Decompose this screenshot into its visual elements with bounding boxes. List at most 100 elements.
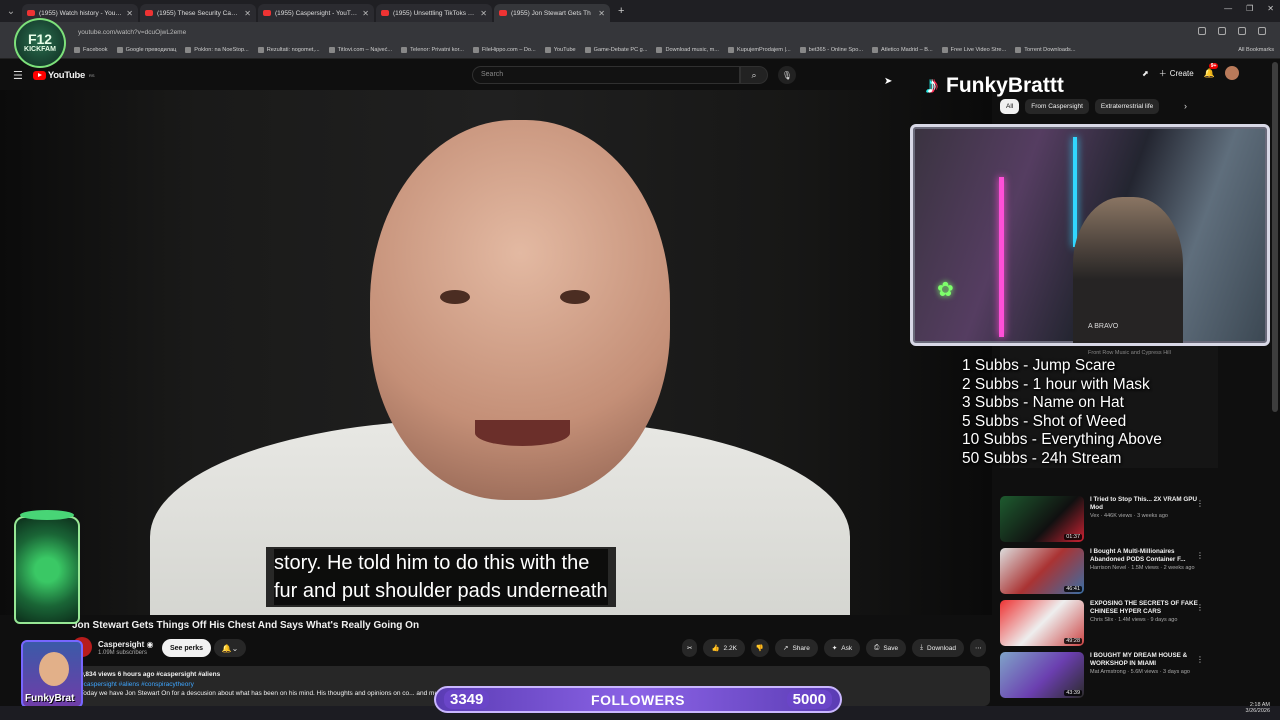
bookmark-item[interactable]: KupujemProdajem |... [727, 47, 791, 53]
clip-button[interactable]: ✂ [682, 639, 698, 657]
recommendation-item[interactable]: 43:39 I BOUGHT MY DREAM HOUSE & WORKSHOP… [1000, 652, 1220, 698]
minimize-icon[interactable]: — [1224, 4, 1232, 13]
followers-goal-bar: 3349 FOLLOWERS 5000 [434, 686, 842, 713]
download-button[interactable]: ⤓ Download [912, 639, 964, 657]
bookmark-item[interactable]: FileHippo.com – Do... [472, 47, 536, 53]
search-input[interactable]: Search [472, 66, 740, 84]
window-controls: — ❐ ✕ [1224, 4, 1274, 13]
masthead-actions: ⬈ ＋ Create 🔔 9+ [1142, 62, 1239, 80]
url-field[interactable]: youtube.com/watch?v=dcuOjwL2eme [78, 29, 186, 36]
bookmark-item[interactable]: Titlovi.com – Najveć... [328, 47, 392, 53]
bookmark-item[interactable]: Atletico Madrid – B... [872, 47, 933, 53]
cast-icon[interactable] [1198, 27, 1206, 35]
close-tab-icon[interactable]: ✕ [480, 9, 487, 18]
rec-thumbnail[interactable]: 49:28 [1000, 600, 1084, 646]
like-button[interactable]: 👍 2.2K [703, 639, 745, 657]
chip-extraterrestrial[interactable]: Extraterrestrial life [1094, 99, 1160, 114]
neon-leaf-sign: ✿ [937, 279, 954, 301]
close-window-icon[interactable]: ✕ [1267, 4, 1274, 13]
youtube-favicon-icon [499, 10, 507, 16]
bookmark-item[interactable]: Telenor: Privatni kor... [401, 47, 464, 53]
voice-search-button[interactable]: 🎙 [778, 66, 796, 84]
close-tab-icon[interactable]: ✕ [244, 9, 251, 18]
rec-thumbnail[interactable]: 43:39 [1000, 652, 1084, 698]
f12-kickfam-logo: F12 KICKFAM [14, 18, 66, 68]
new-tab-button[interactable]: + [618, 5, 624, 17]
close-tab-icon[interactable]: ✕ [598, 9, 605, 18]
thumbs-down-icon: 👎 [755, 645, 765, 652]
share-button[interactable]: ↗ Share [775, 639, 818, 657]
youtube-logo[interactable]: YouTube RS [32, 70, 95, 81]
bookmark-item[interactable]: Poklon: na NoeStop... [185, 47, 249, 53]
notifications-button[interactable]: 🔔 9+ [1203, 62, 1219, 79]
followers-goal: 5000 [786, 690, 832, 709]
search-button[interactable]: ⌕ [740, 66, 768, 84]
video-player[interactable] [0, 90, 992, 615]
save-button[interactable]: ⎙ Save [866, 639, 907, 657]
chevron-right-icon[interactable]: › [1184, 101, 1187, 111]
bookmark-item[interactable]: YouTube [544, 47, 576, 53]
create-button[interactable]: ＋ Create [1159, 68, 1194, 79]
recommendation-item[interactable]: 46:41 I Bought A Multi-Millionaires Aban… [1000, 548, 1220, 594]
download-icon: ⤓ [920, 644, 924, 651]
bell-icon: 🔔 [1203, 67, 1215, 78]
extensions-icon[interactable] [1238, 27, 1246, 35]
browser-tab-active[interactable]: (1955) Jon Stewart Gets Th ✕ [494, 4, 610, 22]
bookmark-item[interactable]: Free Live Video Stre... [941, 47, 1006, 53]
cast-icon[interactable]: ⬈ [1142, 69, 1149, 78]
ask-button[interactable]: ✦ Ask [823, 639, 861, 657]
bookmarks-bar: Facebook Google преводилац Poklon: na No… [0, 42, 1280, 59]
video-subject-mouth [475, 420, 570, 446]
chip-all[interactable]: All [1000, 99, 1020, 114]
see-perks-button[interactable]: See perks [162, 639, 212, 657]
more-actions-button[interactable]: ⋯ [969, 639, 987, 657]
more-icon[interactable]: ⋮ [1196, 551, 1204, 560]
youtube-favicon-icon [381, 10, 389, 16]
recommendation-item[interactable]: 49:28 EXPOSING THE SECRETS OF FAKE CHINE… [1000, 600, 1220, 646]
browser-tab-4[interactable]: (1955) Unsettling TikToks No O ✕ [376, 4, 492, 22]
menu-icon[interactable]: ☰ [13, 69, 23, 82]
rec-thumbnail[interactable]: 46:41 [1000, 548, 1084, 594]
more-icon[interactable]: ⋮ [1196, 655, 1204, 664]
account-avatar[interactable] [1224, 66, 1239, 80]
tab-search-icon[interactable]: ⌄ [0, 0, 22, 22]
address-bar: youtube.com/watch?v=dcuOjwL2eme [0, 22, 1280, 42]
dislike-button[interactable]: 👎 [750, 639, 770, 657]
bookmark-item[interactable]: Rezultati: nogomet,... [257, 47, 320, 53]
bookmark-item[interactable]: Game-Debate PC g... [584, 47, 647, 53]
bookmark-star-icon[interactable] [1218, 27, 1226, 35]
tiktok-handle-overlay: ♪ FunkyBrattt [926, 72, 1064, 99]
recommendation-item[interactable]: 01:37 I Tried to Stop This... 2X VRAM GP… [1000, 496, 1220, 542]
channel-name[interactable]: Caspersight ◉ [98, 640, 153, 649]
rec-thumbnail[interactable]: 01:37 [1000, 496, 1084, 542]
page-scrollbar[interactable] [1272, 62, 1278, 412]
chip-from-channel[interactable]: From Caspersight [1025, 99, 1089, 114]
all-bookmarks-button[interactable]: All Bookmarks [1238, 47, 1274, 53]
subscription-goals-overlay: 1 Subbs - Jump Scare 2 Subbs - 1 hour wi… [962, 357, 1162, 467]
browser-tab-3[interactable]: (1955) Caspersight - YouTube ✕ [258, 4, 374, 22]
bookmark-item[interactable]: bet365 - Online Spo... [799, 47, 863, 53]
followers-current: 3349 [444, 690, 490, 709]
browser-tab-2[interactable]: (1955) These Security Camera C✕ [140, 4, 256, 22]
mouse-cursor-icon: ➤ [884, 76, 893, 87]
maximize-icon[interactable]: ❐ [1246, 4, 1253, 13]
close-tab-icon[interactable]: ✕ [126, 9, 133, 18]
search-icon: ⌕ [751, 69, 757, 80]
more-icon[interactable]: ⋮ [1196, 499, 1204, 508]
bookmark-item[interactable]: Torrent Downloads... [1015, 47, 1076, 53]
video-subject-eye [440, 290, 470, 304]
video-subject-eye [560, 290, 590, 304]
more-icon[interactable]: ⋮ [1196, 603, 1204, 612]
description-meta: 9,834 views 6 hours ago #caspersight #al… [80, 671, 221, 678]
youtube-favicon-icon [27, 10, 35, 16]
bookmark-item[interactable]: Download music, m... [656, 47, 719, 53]
close-tab-icon[interactable]: ✕ [362, 9, 369, 18]
system-clock[interactable]: 2:18 AM 3/26/2026 [1246, 702, 1270, 714]
youtube-favicon-icon [145, 10, 153, 16]
subscription-bell-button[interactable]: 🔔⌄ [214, 639, 246, 657]
profile-icon[interactable] [1258, 27, 1266, 35]
streamer-avatar-overlay: FunkyBrat [21, 640, 83, 708]
bookmark-item[interactable]: Google преводилац [116, 47, 176, 53]
youtube-play-icon [32, 70, 46, 80]
bookmark-item[interactable]: Facebook [74, 47, 108, 53]
